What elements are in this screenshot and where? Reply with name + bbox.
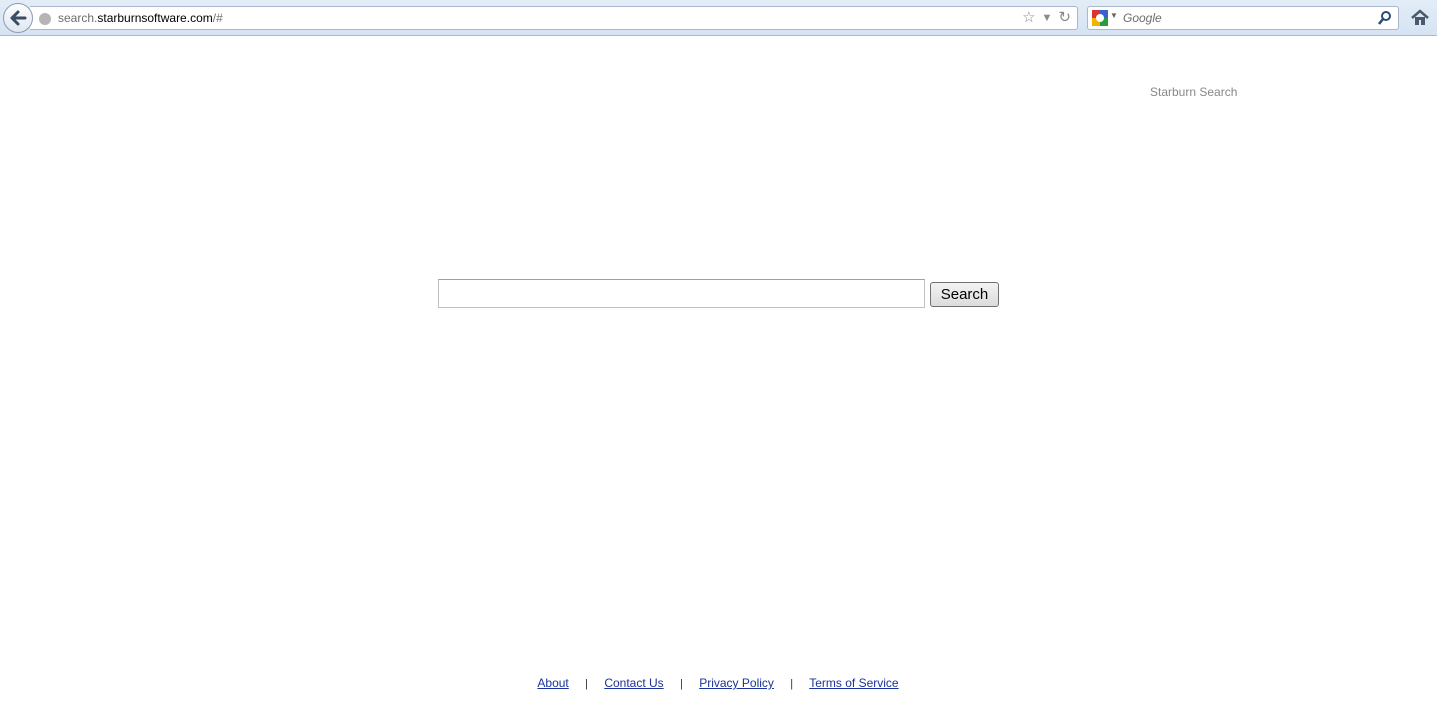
footer-separator: | (680, 678, 683, 690)
contact-us-link[interactable]: Contact Us (604, 676, 663, 690)
back-button[interactable] (3, 3, 33, 33)
globe-icon (39, 13, 51, 25)
google-logo-icon (1092, 10, 1108, 26)
terms-of-service-link[interactable]: Terms of Service (809, 676, 898, 690)
history-dropdown-icon[interactable]: ▼ (1042, 9, 1053, 27)
url-text[interactable]: search.starburnsoftware.com/# (58, 11, 223, 25)
footer-separator: | (585, 678, 588, 690)
url-suffix: /# (212, 11, 223, 25)
address-bar[interactable]: search.starburnsoftware.com/# ☆ ▼ ↻ (30, 6, 1078, 30)
browser-search-box[interactable]: ▼ Google (1087, 6, 1399, 30)
browser-toolbar: search.starburnsoftware.com/# ☆ ▼ ↻ ▼ Go… (0, 0, 1437, 36)
reload-icon[interactable]: ↻ (1058, 9, 1071, 27)
privacy-policy-link[interactable]: Privacy Policy (699, 676, 774, 690)
home-icon[interactable] (1410, 8, 1430, 28)
url-icons: ☆ ▼ ↻ (1022, 9, 1071, 27)
footer: About | Contact Us | Privacy Policy | Te… (0, 676, 1437, 690)
brand-label: Starburn Search (1150, 85, 1238, 99)
search-icon[interactable] (1377, 10, 1393, 26)
back-arrow-icon (10, 10, 27, 26)
url-domain: starburnsoftware.com (97, 11, 213, 25)
bookmark-star-icon[interactable]: ☆ (1022, 9, 1035, 27)
browser-search-placeholder: Google (1123, 11, 1162, 25)
about-link[interactable]: About (537, 676, 568, 690)
url-prefix: search. (58, 11, 98, 25)
engine-dropdown-icon[interactable]: ▼ (1110, 11, 1118, 20)
search-input[interactable] (438, 279, 925, 308)
search-button[interactable]: Search (930, 282, 999, 307)
footer-separator: | (790, 678, 794, 690)
